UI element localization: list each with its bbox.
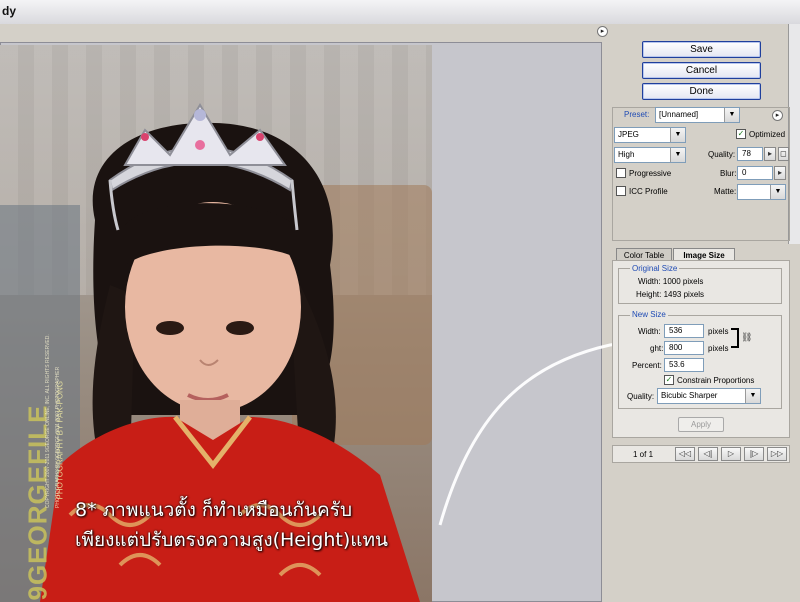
progressive-label: Progressive [629,169,672,178]
chevron-down-icon: ▼ [670,148,685,162]
watermark-small-line-1: COPYRIGHT 2007-2011 9GEORGE ONLINE, INC.… [45,334,51,508]
arrow-right-circle-icon[interactable]: ▸ [772,110,783,121]
blur-arrow-icon[interactable]: ▸ [774,166,786,180]
chevron-down-icon: ▼ [724,108,739,122]
quality-arrow-icon[interactable]: ▸ [764,147,776,161]
new-width-label: Width: [638,327,661,336]
preset-select[interactable]: [Unnamed] ▼ [655,107,740,123]
height-unit-label: pixels [708,344,729,353]
format-value: JPEG [618,130,639,139]
next-frame-icon[interactable]: |▷ [744,447,764,461]
format-select[interactable]: JPEG ▼ [614,127,686,143]
constrain-proportions-label: Constrain Proportions [677,376,755,385]
done-button[interactable]: Done [642,83,761,100]
preset-label: Preset: [624,110,650,119]
original-height: Height: 1493 pixels [636,290,705,299]
chain-link-icon: ⛓ [741,333,753,343]
save-button[interactable]: Save [642,41,761,58]
blur-label: Blur: [720,169,737,178]
matte-select[interactable]: ▼ [737,184,786,200]
original-size-title: Original Size [630,264,680,273]
watermark-small-line-2: PHOTOGRAPHY BY 9GEORGE 0811 2007 PHOTOGR… [55,366,61,508]
new-height-input[interactable]: 800 [664,341,704,355]
cancel-button[interactable]: Cancel [642,62,761,79]
icc-profile-checkbox[interactable] [616,186,626,196]
constrain-bracket [731,328,739,348]
progressive-checkbox[interactable] [616,168,626,178]
last-frame-icon[interactable]: ▷▷ [767,447,787,461]
quality-label: Quality: [708,150,736,159]
first-frame-icon[interactable]: ◁◁ [675,447,695,461]
apply-button[interactable]: Apply [678,417,724,432]
icc-profile-label: ICC Profile [629,187,668,196]
percent-label: Percent: [632,361,662,370]
width-unit-label: pixels [708,327,729,336]
matte-label: Matte: [714,187,737,196]
play-icon[interactable]: ▷ [721,447,741,461]
annotation-line-1: 8* ภาพแนวตั้ง ก็ทำเหมือนกันครับ [75,499,353,521]
constrain-proportions-checkbox[interactable]: ✓ [664,375,674,385]
window-titlebar: dy [0,0,800,25]
watermark: 9GEORGEFILE PHOTOGRAPHY BY PAK-PONG COPY… [8,205,68,600]
quality-input[interactable]: 78 [737,147,763,161]
resample-quality-select[interactable]: Bicubic Sharper ▼ [657,388,761,404]
resample-quality-value: Bicubic Sharper [661,391,718,400]
new-width-input[interactable]: 536 [664,324,704,338]
chevron-down-icon: ▼ [770,185,785,199]
annotation-line-2: เพียงแต่ปรับตรงความสูง(Height)แทน [75,529,388,551]
preset-value: [Unnamed] [659,110,699,119]
resample-quality-label: Quality: [627,392,655,401]
chevron-down-icon: ▼ [745,389,760,403]
quality-mask-icon[interactable]: ◻ [778,147,789,161]
percent-input[interactable]: 53.6 [664,358,704,372]
previous-frame-icon[interactable]: ◁| [698,447,718,461]
original-width: Width: 1000 pixels [638,277,704,286]
window-title: dy [2,4,17,18]
quality-level-select[interactable]: High ▼ [614,147,686,163]
quality-level-value: High [618,150,635,159]
optimized-label: Optimized [749,130,786,139]
new-height-label: ght: [650,344,664,353]
arrow-right-circle-icon[interactable]: ▸ [597,26,608,37]
blur-input[interactable]: 0 [737,166,773,180]
new-size-title: New Size [630,310,668,319]
frame-counter: 1 of 1 [633,450,654,459]
optimized-checkbox[interactable]: ✓ [736,129,746,139]
chevron-down-icon: ▼ [670,128,685,142]
